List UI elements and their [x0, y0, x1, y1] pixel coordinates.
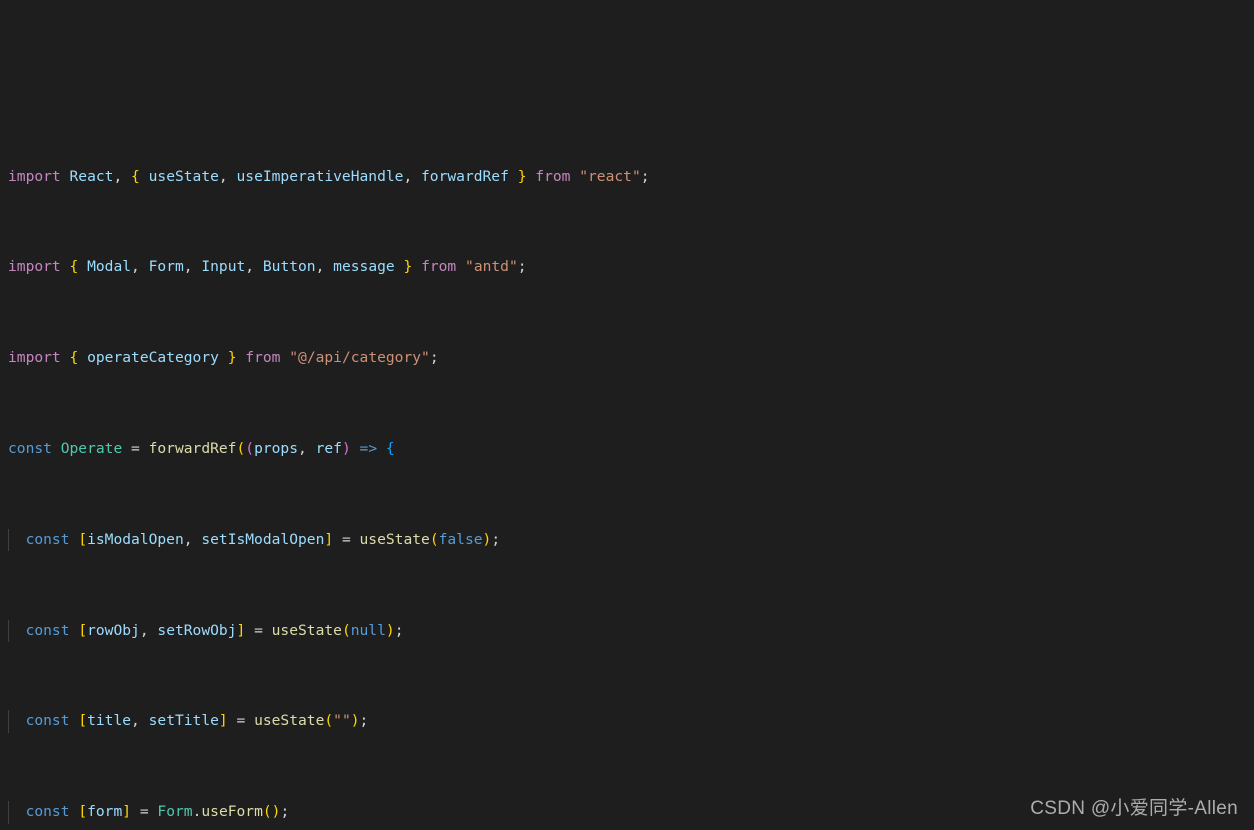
code-line-3[interactable]: import { operateCategory } from "@/api/c… — [0, 347, 1254, 370]
code-content[interactable]: import React, { useState, useImperativeH… — [0, 0, 1254, 830]
code-line-clipped — [0, 75, 1254, 98]
code-line-8[interactable]: const [form] = Form.useForm(); — [0, 801, 1254, 824]
code-line-7[interactable]: const [title, setTitle] = useState(""); — [0, 710, 1254, 734]
code-line-2[interactable]: import { Modal, Form, Input, Button, mes… — [0, 256, 1254, 279]
code-line-clipped-text — [8, 77, 17, 94]
code-line-6[interactable]: const [rowObj, setRowObj] = useState(nul… — [0, 619, 1254, 643]
code-line-1[interactable]: import React, { useState, useImperativeH… — [0, 166, 1254, 189]
code-line-4[interactable]: const Operate = forwardRef((props, ref) … — [0, 438, 1254, 461]
code-line-5[interactable]: const [isModalOpen, setIsModalOpen] = us… — [0, 528, 1254, 552]
code-editor[interactable]: import React, { useState, useImperativeH… — [0, 0, 1254, 830]
